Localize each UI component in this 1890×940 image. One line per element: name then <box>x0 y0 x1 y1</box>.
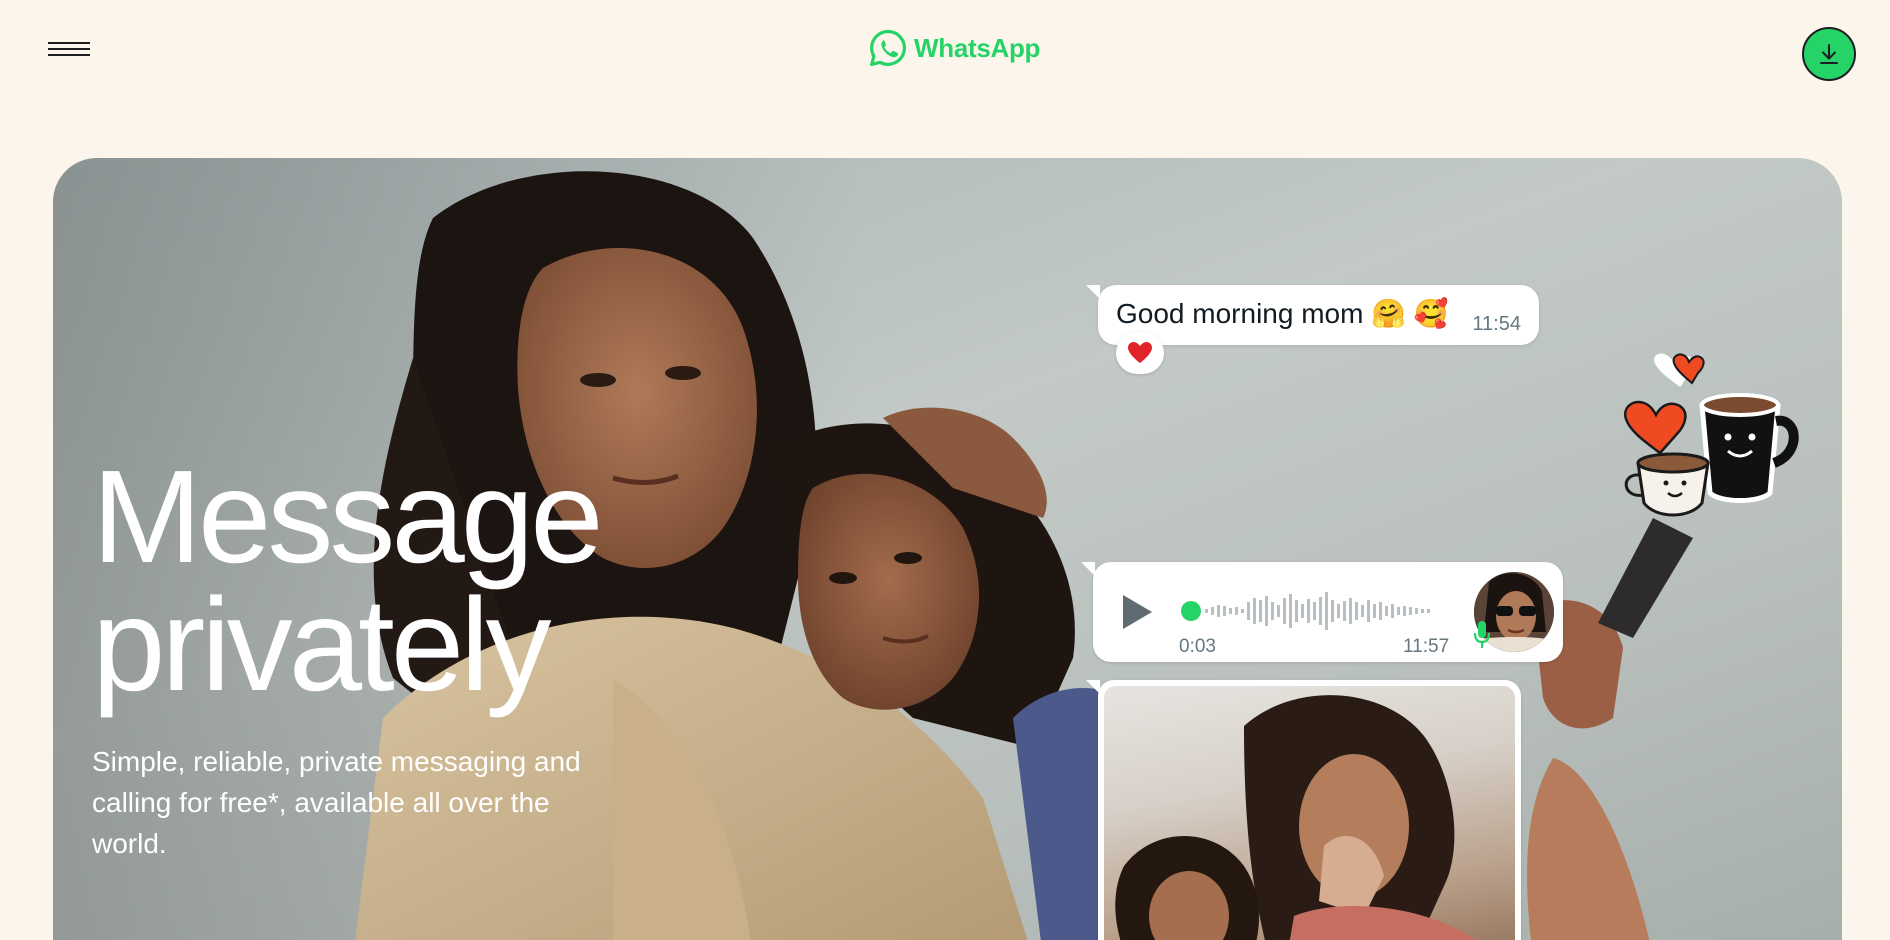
hero-text-block: Message privately Simple, reliable, priv… <box>92 451 652 864</box>
hero-title: Message privately <box>92 451 652 711</box>
hamburger-menu-icon[interactable] <box>48 38 90 62</box>
chat-bubble-text: Good morning mom 🤗 🥰 11:54 <box>1086 285 1539 345</box>
hero-subtitle: Simple, reliable, private messaging and … <box>92 746 581 859</box>
microphone-icon <box>1473 621 1491 648</box>
whatsapp-logo-icon <box>870 29 906 67</box>
voice-message-time: 11:57 <box>1403 636 1450 657</box>
chat-message-time: 11:54 <box>1472 313 1521 335</box>
voice-progress-dot[interactable] <box>1181 601 1201 621</box>
download-icon <box>1820 44 1838 64</box>
shared-photo[interactable] <box>1104 686 1515 940</box>
heart-reaction <box>1116 332 1164 374</box>
site-header: WhatsApp <box>0 0 1890 100</box>
play-icon[interactable] <box>1119 592 1155 632</box>
chat-bubble-photo <box>1086 680 1521 940</box>
logo-wordmark: WhatsApp <box>914 32 1041 63</box>
download-button[interactable] <box>1802 27 1856 81</box>
coffee-cups-hearts-sticker <box>1623 353 1799 517</box>
heart-icon <box>1128 342 1152 363</box>
voice-duration: 0:03 <box>1179 636 1216 657</box>
voice-waveform <box>1205 592 1430 630</box>
hero-section: Message privately Simple, reliable, priv… <box>53 158 1842 940</box>
hero-title-line-2: privately <box>92 571 552 718</box>
whatsapp-logo[interactable]: WhatsApp <box>868 28 1040 68</box>
chat-message-text: Good morning mom 🤗 🥰 <box>1116 298 1449 329</box>
chat-bubble-voice: 0:03 11:57 <box>1081 562 1563 662</box>
hero-title-line-1: Message <box>92 443 604 590</box>
